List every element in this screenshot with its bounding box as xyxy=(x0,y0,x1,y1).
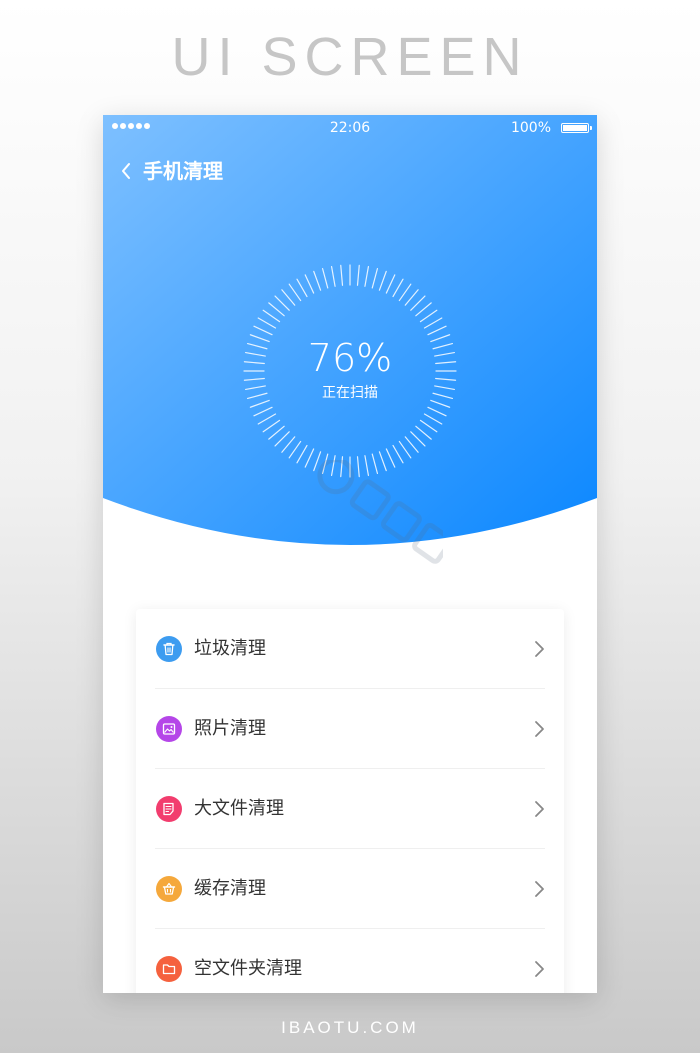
dial-tick xyxy=(404,289,419,306)
menu-item-trash-cleanup[interactable]: 垃圾清理 xyxy=(136,609,564,689)
dial-tick xyxy=(313,270,322,291)
chevron-left-icon xyxy=(122,163,130,179)
menu-item-label: 垃圾清理 xyxy=(194,638,266,659)
page-title: 手机清理 xyxy=(143,159,223,183)
chevron-right-icon xyxy=(535,721,544,737)
photo-icon xyxy=(156,716,182,742)
dial-tick xyxy=(356,456,360,478)
dial-tick xyxy=(253,325,273,336)
dial-tick xyxy=(398,283,412,302)
dial-tick xyxy=(288,440,302,459)
dial-tick xyxy=(385,448,396,468)
dial-tick xyxy=(262,419,281,433)
menu-item-cache-cleanup[interactable]: 缓存清理 xyxy=(136,849,564,929)
chevron-right-icon xyxy=(535,801,544,817)
dial-tick xyxy=(423,317,443,329)
folder-icon xyxy=(156,956,182,982)
dial-tick xyxy=(427,325,447,336)
dial-tick xyxy=(330,455,336,476)
dial-tick xyxy=(371,453,379,474)
frame-footer: IBAOTU.COM xyxy=(281,1018,419,1037)
dial-tick xyxy=(304,448,315,468)
dial-tick xyxy=(304,274,315,294)
dial-tick xyxy=(415,425,432,440)
dial-tick xyxy=(410,431,426,447)
dial-tick xyxy=(296,444,308,464)
dial-tick xyxy=(404,436,419,453)
dial-tick xyxy=(427,406,447,417)
dial-tick xyxy=(378,451,387,472)
dial-tick xyxy=(419,309,438,323)
dial-tick xyxy=(262,309,281,323)
trash-icon xyxy=(156,636,182,662)
back-button[interactable] xyxy=(115,157,139,185)
dial-tick xyxy=(371,268,379,289)
dial-tick xyxy=(410,295,426,311)
menu-item-label: 空文件夹清理 xyxy=(194,958,302,979)
dial-tick xyxy=(423,413,443,425)
status-bar: 22:06 100% xyxy=(103,115,597,143)
dial-tick xyxy=(392,278,404,298)
document-icon xyxy=(156,796,182,822)
dial-tick xyxy=(296,278,308,298)
chevron-right-icon xyxy=(535,641,544,657)
dial-tick xyxy=(364,455,370,476)
battery-icon xyxy=(561,123,592,133)
scan-progress-value: 76% xyxy=(307,336,393,380)
menu-item-label: 照片清理 xyxy=(194,718,266,739)
dial-tick xyxy=(385,274,396,294)
chevron-right-icon xyxy=(535,961,544,977)
dial-tick xyxy=(415,302,432,317)
dial-tick xyxy=(419,419,438,433)
dial-tick xyxy=(398,440,412,459)
nav-bar: 手机清理 xyxy=(103,153,597,189)
dial-tick xyxy=(253,406,273,417)
dial-tick xyxy=(321,453,329,474)
frame-title: UI SCREEN xyxy=(171,27,529,87)
chevron-right-icon xyxy=(535,881,544,897)
dial-tick xyxy=(392,444,404,464)
scan-status-caption: 正在扫描 xyxy=(322,385,378,401)
dial-tick xyxy=(321,268,329,289)
dial-tick xyxy=(340,456,344,478)
menu-item-label: 缓存清理 xyxy=(194,878,266,899)
menu-item-empty-folder-cleanup[interactable]: 空文件夹清理 xyxy=(136,929,564,993)
dial-tick xyxy=(378,270,387,291)
cleanup-options-card: 垃圾清理 照片清理 大文件清理 缓存清理 空文件夹清理 xyxy=(136,609,564,993)
dial-tick xyxy=(281,436,296,453)
dial-tick xyxy=(340,264,344,286)
battery-percentage: 100% xyxy=(510,120,551,136)
menu-item-photo-cleanup[interactable]: 照片清理 xyxy=(136,689,564,769)
dial-tick xyxy=(274,431,290,447)
dial-tick xyxy=(313,451,322,472)
dial-tick xyxy=(257,317,277,329)
dial-tick xyxy=(268,425,285,440)
menu-item-large-file-cleanup[interactable]: 大文件清理 xyxy=(136,769,564,849)
dial-tick xyxy=(330,266,336,287)
dial-tick xyxy=(356,264,360,286)
dial-tick xyxy=(364,266,370,287)
dial-tick xyxy=(257,413,277,425)
dial-tick xyxy=(288,283,302,302)
phone-screen: 22:06 100% 手机清理 76% 正在扫描 垃圾清理 照片清理 大文件清理… xyxy=(103,115,597,993)
menu-item-label: 大文件清理 xyxy=(194,798,284,819)
basket-icon xyxy=(156,876,182,902)
dial-tick xyxy=(281,289,296,306)
dial-tick xyxy=(274,295,290,311)
dial-tick xyxy=(268,302,285,317)
